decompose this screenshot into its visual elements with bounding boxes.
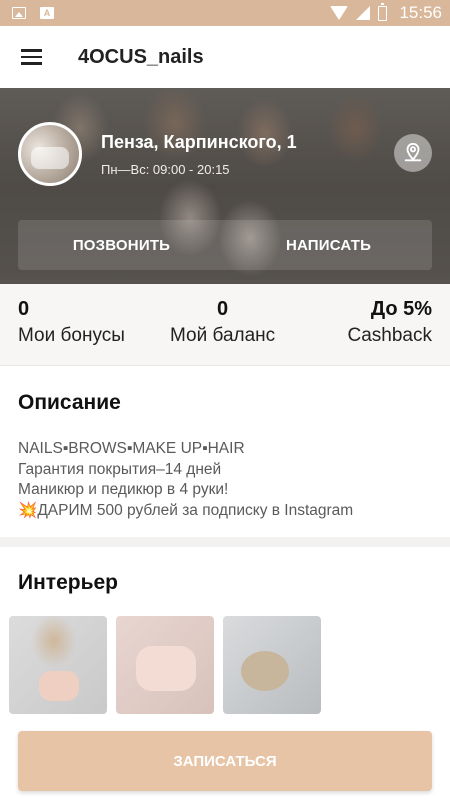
gallery-notification-icon <box>12 7 26 19</box>
salon-avatar[interactable] <box>18 122 82 186</box>
description-title: Описание <box>18 391 121 414</box>
signal-icon <box>356 6 371 20</box>
salon-hours: Пн—Вс: 09:00 - 20:15 <box>101 162 230 177</box>
interior-photo-2[interactable] <box>116 616 214 714</box>
description-line: Маникюр и педикюр в 4 руки! <box>18 481 229 498</box>
map-button[interactable] <box>394 134 432 172</box>
status-bar: A 15:56 <box>0 0 450 26</box>
cashback-label: Cashback <box>347 325 433 346</box>
interior-section: Интерьер <box>0 547 450 747</box>
status-time: 15:56 <box>399 3 442 22</box>
interior-title: Интерьер <box>18 571 118 594</box>
call-button[interactable]: ПОЗВОНИТЬ <box>18 220 225 270</box>
interior-photo-3[interactable] <box>223 616 321 714</box>
font-notification-icon: A <box>40 7 54 19</box>
app-bar: 4OCUS_nails <box>0 26 450 88</box>
description-text: NAILS▪BROWS▪MAKE UP▪HAIR Гарантия покрыт… <box>18 439 353 521</box>
stats-panel: 0 Мои бонусы 0 Мой баланс До 5% Cashback <box>0 284 450 366</box>
burst-emoji-icon: 💥 <box>18 501 38 519</box>
menu-icon <box>20 49 42 52</box>
section-divider <box>0 537 450 547</box>
wifi-icon <box>330 6 349 20</box>
description-section: Описание NAILS▪BROWS▪MAKE UP▪HAIR Гарант… <box>0 367 450 537</box>
description-line: Гарантия покрытия–14 дней <box>18 460 222 478</box>
hero-banner: Пенза, Карпинского, 1 Пн—Вс: 09:00 - 20:… <box>0 88 450 284</box>
description-line: NAILS▪BROWS▪MAKE UP▪HAIR <box>18 440 245 457</box>
interior-photo-1[interactable] <box>9 616 107 714</box>
bonuses-label: Мои бонусы <box>18 325 125 346</box>
app-title: 4OCUS_nails <box>78 45 204 68</box>
balance-stat[interactable]: 0 Мой баланс <box>170 298 275 347</box>
menu-button[interactable] <box>0 26 62 88</box>
balance-value: 0 <box>217 298 229 320</box>
battery-icon <box>378 2 388 21</box>
bonuses-stat[interactable]: 0 Мои бонусы <box>18 298 125 347</box>
cashback-value: До 5% <box>370 298 432 320</box>
description-line: 💥ДАРИМ 500 рублей за подписку в Instagra… <box>18 501 354 519</box>
interior-gallery <box>9 616 321 714</box>
bonuses-value: 0 <box>18 298 30 320</box>
cashback-stat[interactable]: До 5% Cashback <box>348 298 433 347</box>
book-appointment-button[interactable]: ЗАПИСАТЬСЯ <box>18 731 432 791</box>
balance-label: Мой баланс <box>170 325 276 346</box>
salon-address: Пенза, Карпинского, 1 <box>101 132 297 152</box>
map-pin-icon <box>404 142 422 162</box>
message-button[interactable]: НАПИСАТЬ <box>225 220 432 270</box>
contact-actions: ПОЗВОНИТЬ НАПИСАТЬ <box>18 220 432 270</box>
